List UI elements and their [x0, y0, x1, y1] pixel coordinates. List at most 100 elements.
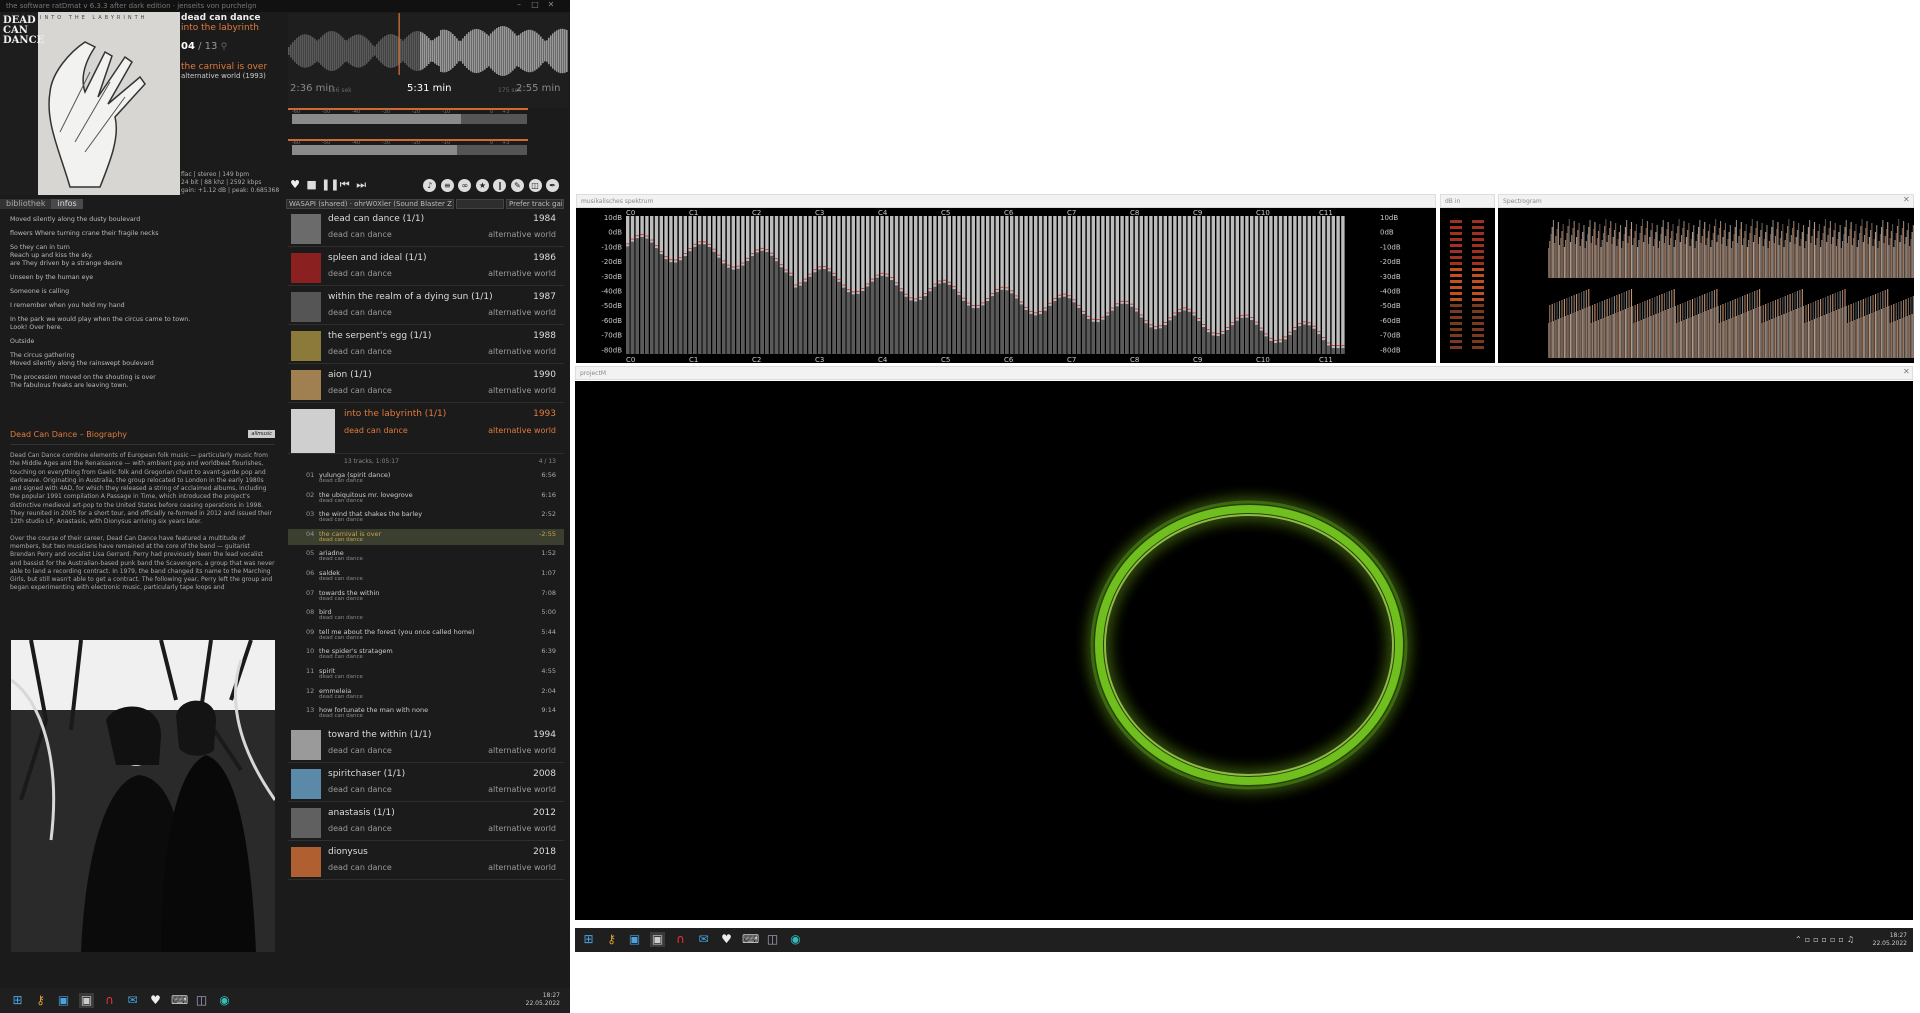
spectrogram-close-icon[interactable]: ✕ — [1903, 195, 1910, 204]
album-cover[interactable]: DEAD CAN DANCE INTO THE LABYRINTH — [0, 12, 180, 195]
start-icon[interactable]: ⊞ — [581, 932, 596, 947]
player-app-icon[interactable]: ▣ — [79, 993, 94, 1008]
save-icon[interactable]: ◫ — [194, 993, 209, 1008]
spectrum-peak — [750, 253, 755, 255]
mail-icon[interactable]: ✉ — [696, 932, 711, 947]
track-row[interactable]: 11 spirit dead can dance 4:55 — [288, 666, 564, 682]
album-row[interactable]: dionysus 2018 dead can dance alternative wo… — [288, 844, 564, 880]
output-device-select[interactable]: WASAPI (shared) · ohrW0Xler (Sound Blast… — [286, 199, 454, 209]
spectrum-peak — [995, 288, 999, 290]
save-icon[interactable]: ◫ — [765, 932, 780, 947]
album-row[interactable]: the serpent's egg (1/1) 1988 dead can danc… — [288, 328, 564, 364]
track-row[interactable]: 08 bird dead can dance 5:00 — [288, 607, 564, 623]
stop-button[interactable]: ■ — [305, 178, 319, 192]
star-icon[interactable]: ★ — [475, 179, 489, 192]
album-row[interactable]: toward the within (1/1) 1994 dead can danc… — [288, 727, 564, 763]
track-row[interactable]: 05 ariadne dead can dance 1:52 — [288, 548, 564, 564]
maximize-button[interactable]: □ — [528, 0, 542, 12]
waveform-bar — [538, 34, 540, 68]
spectrogram-column-bottom — [1785, 313, 1787, 358]
start-icon[interactable]: ⊞ — [10, 993, 25, 1008]
edit-icon[interactable]: ✎ — [511, 179, 525, 192]
minimize-button[interactable]: – — [512, 0, 526, 12]
track-row[interactable]: 01 yulunga (spirit dance) dead can dance 6:… — [288, 470, 564, 486]
close-button[interactable]: ✕ — [544, 0, 558, 12]
columns-icon[interactable]: ‖ — [493, 179, 507, 192]
key-icon[interactable]: ⚷ — [604, 932, 619, 947]
browser-icon[interactable]: ◉ — [788, 932, 803, 947]
spectrogram-column-top — [1772, 220, 1774, 278]
track-row[interactable]: 13 how fortunate the man with none dead ca… — [288, 705, 564, 721]
desktop-icon[interactable]: ▣ — [56, 993, 71, 1008]
allmusic-badge[interactable]: allmusic — [248, 430, 275, 438]
album-row[interactable]: anastasis (1/1) 2012 dead can dance alterna… — [288, 805, 564, 841]
track-row[interactable]: 06 saldek dead can dance 1:07 — [288, 568, 564, 584]
magnet-icon[interactable]: ∩ — [673, 932, 688, 947]
magnifier-icon[interactable]: ⚲ — [221, 42, 228, 52]
waveform-bar — [444, 29, 446, 73]
spectrogram-column-top — [1817, 231, 1819, 278]
track-row[interactable]: 07 towards the within dead can dance 7:08 — [288, 588, 564, 604]
track-number: 02 — [306, 490, 315, 499]
browser-icon[interactable]: ◉ — [217, 993, 232, 1008]
tab-infos[interactable]: infos — [51, 199, 83, 209]
spectrogram-column-top — [1793, 221, 1795, 278]
key-icon[interactable]: ⚷ — [33, 993, 48, 1008]
fox-icon[interactable]: ♥ — [148, 993, 163, 1008]
album-row[interactable]: aion (1/1) 1990 dead can dance alternative … — [288, 367, 564, 403]
spectrogram-column-top — [1606, 242, 1608, 278]
spectrum-bar — [1134, 311, 1139, 354]
equalizer-icon[interactable]: ≡ — [440, 179, 454, 192]
spectrogram-column-bottom — [1779, 298, 1781, 358]
mail-icon[interactable]: ✉ — [125, 993, 140, 1008]
album-row[interactable]: spiritchaser (1/1) 2008 dead can dance alte… — [288, 766, 564, 802]
gain-mode-select[interactable]: Prefer track gain — [506, 199, 564, 209]
spectrogram-column-bottom — [1637, 304, 1639, 358]
fox-icon[interactable]: ♥ — [719, 932, 734, 947]
player-app-icon[interactable]: ▣ — [650, 932, 665, 947]
waveform-bar — [460, 40, 462, 62]
music-note-icon[interactable]: ♪ — [423, 179, 437, 192]
spectrum-bar — [822, 269, 827, 354]
spectrum-bar — [1024, 309, 1028, 354]
next-button[interactable]: ⏭ — [354, 178, 368, 192]
track-row[interactable]: 03 the wind that shakes the barley dead ca… — [288, 509, 564, 525]
spectrogram-column-bottom — [1737, 298, 1739, 358]
pause-button[interactable]: ❚❚ — [321, 178, 339, 192]
pen-icon[interactable]: ✒ — [546, 179, 560, 192]
waveform-bar — [502, 26, 504, 76]
tab-bibliothek[interactable]: bibliothek — [0, 199, 52, 209]
terminal-icon[interactable]: ⌨ — [742, 932, 759, 947]
track-row[interactable]: 09 tell me about the forest (you once cal… — [288, 627, 564, 643]
taskbar-clock-right[interactable]: 18:27 22.05.2022 — [1873, 932, 1907, 948]
spectrogram-column-bottom — [1627, 308, 1629, 358]
spectrum-peak — [1211, 332, 1215, 334]
output-mode-select[interactable] — [456, 199, 504, 209]
track-row[interactable]: 12 emmeleia dead can dance 2:04 — [288, 686, 564, 702]
spectrum-bar — [1005, 290, 1009, 354]
spectrum-peak — [1048, 302, 1052, 304]
album-artist: dead can dance — [328, 230, 392, 239]
taskbar-clock-left[interactable]: 18:27 22.05.2022 — [526, 992, 560, 1008]
loop-icon[interactable]: ∞ — [458, 179, 472, 192]
album-row[interactable]: dead can dance (1/1) 1984 dead can dance al… — [288, 211, 564, 247]
album-row[interactable]: within the realm of a dying sun (1/1) 198… — [288, 289, 564, 325]
track-row[interactable]: 02 the ubiquitous mr. lovegrove dead can d… — [288, 490, 564, 506]
folder-icon[interactable]: ◫ — [528, 179, 542, 192]
track-row[interactable]: 10 the spider's stratagem dead can dance 6:… — [288, 646, 564, 662]
spectrum-peak — [1024, 306, 1028, 308]
track-row[interactable]: 04 the carnival is over dead can dance -2:5… — [288, 528, 564, 545]
transport-controls: ♥ ■ ❚❚ ⏮ ⏭ ♪ ≡ ∞ ★ ‖ ✎ ◫ ✒ — [288, 178, 568, 194]
desktop-icon[interactable]: ▣ — [627, 932, 642, 947]
fox-logo-icon[interactable]: ♥ — [288, 178, 302, 192]
waveform-seekbar[interactable]: 2:36 min 156 sek 5:31 min 175 sek 2:55 m… — [288, 13, 568, 108]
spectrogram-column-bottom — [1641, 302, 1644, 358]
terminal-icon[interactable]: ⌨ — [171, 993, 188, 1008]
projectm-close-icon[interactable]: ✕ — [1903, 367, 1910, 376]
album-row[interactable]: into the labyrinth (1/1) 1993 dead can dan… — [288, 406, 564, 454]
album-row[interactable]: spleen and ideal (1/1) 1986 dead can dance… — [288, 250, 564, 286]
spectrogram-column-top — [1792, 228, 1794, 278]
previous-button[interactable]: ⏮ — [338, 178, 352, 192]
system-tray-icons[interactable]: ⌃▫▫▫▫▫♫ — [1795, 935, 1857, 944]
magnet-icon[interactable]: ∩ — [102, 993, 117, 1008]
